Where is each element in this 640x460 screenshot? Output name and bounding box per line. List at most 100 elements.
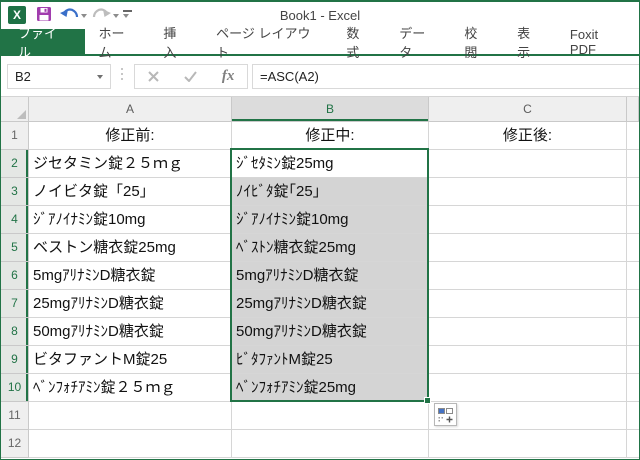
cell-A10[interactable]: ﾍﾞﾝﾌｫﾁｱﾐﾝ錠２５ｍｇ	[29, 374, 232, 402]
table-row: 5ベストン糖衣錠25mgﾍﾞｽﾄﾝ糖衣錠25mg	[1, 234, 639, 262]
window-title: Book1 - Excel	[1, 8, 639, 23]
ribbon-tabs: ファイル ホーム 挿入 ページ レイアウト 数式 データ 校閲 表示 Foxit…	[1, 29, 639, 56]
fill-handle[interactable]	[424, 397, 431, 404]
select-all-button[interactable]	[1, 97, 29, 122]
cancel-icon[interactable]	[148, 71, 159, 82]
tab-foxit-pdf[interactable]: Foxit PDF	[556, 29, 639, 54]
cell-C2[interactable]	[429, 150, 627, 178]
spreadsheet: A B C 1修正前:修正中:修正後:2ジセタミン錠２５ｍｇｼﾞｾﾀﾐﾝ錠25m…	[1, 97, 639, 459]
cell-D9[interactable]	[627, 346, 639, 374]
row-header-10[interactable]: 10	[1, 374, 29, 402]
table-row: 4ｼﾞｱﾉｲﾅﾐﾝ錠10mgｼﾞｱﾉｲﾅﾐﾝ錠10mg	[1, 206, 639, 234]
table-row: 2ジセタミン錠２５ｍｇｼﾞｾﾀﾐﾝ錠25mg	[1, 150, 639, 178]
tab-review[interactable]: 校閲	[450, 29, 503, 54]
column-header-d[interactable]	[627, 97, 639, 122]
tab-file[interactable]: ファイル	[1, 29, 85, 54]
select-all-triangle-icon	[17, 110, 26, 119]
cell-C5[interactable]	[429, 234, 627, 262]
cell-D12[interactable]	[627, 430, 639, 458]
cell-B3[interactable]: ﾉｲﾋﾞﾀ錠｢25｣	[232, 178, 429, 206]
tab-page-layout[interactable]: ページ レイアウト	[202, 29, 332, 54]
row-header-1[interactable]: 1	[1, 122, 29, 150]
cell-C7[interactable]	[429, 290, 627, 318]
cell-D10[interactable]	[627, 374, 639, 402]
insert-function-icon[interactable]: fx	[222, 68, 235, 85]
cell-A6[interactable]: 5mgｱﾘﾅﾐﾝD糖衣錠	[29, 262, 232, 290]
cell-D7[interactable]	[627, 290, 639, 318]
row-header-8[interactable]: 8	[1, 318, 29, 346]
cell-D2[interactable]	[627, 150, 639, 178]
cell-A9[interactable]: ビタファントM錠25	[29, 346, 232, 374]
cell-A3[interactable]: ノイビタ錠「25」	[29, 178, 232, 206]
cell-A1[interactable]: 修正前:	[29, 122, 232, 150]
cell-D1[interactable]	[627, 122, 639, 150]
tab-home[interactable]: ホーム	[85, 29, 150, 54]
row-header-12[interactable]: 12	[1, 430, 29, 458]
cell-A4[interactable]: ｼﾞｱﾉｲﾅﾐﾝ錠10mg	[29, 206, 232, 234]
tab-view[interactable]: 表示	[503, 29, 556, 54]
cell-B5[interactable]: ﾍﾞｽﾄﾝ糖衣錠25mg	[232, 234, 429, 262]
row-header-3[interactable]: 3	[1, 178, 29, 206]
table-row: 725mgｱﾘﾅﾐﾝD糖衣錠25mgｱﾘﾅﾐﾝD糖衣錠	[1, 290, 639, 318]
cell-D5[interactable]	[627, 234, 639, 262]
tab-formulas[interactable]: 数式	[332, 29, 385, 54]
title-bar: X Book1 - Excel	[1, 2, 639, 29]
cell-B2[interactable]: ｼﾞｾﾀﾐﾝ錠25mg	[232, 150, 429, 178]
cell-C9[interactable]	[429, 346, 627, 374]
cell-C1[interactable]: 修正後:	[429, 122, 627, 150]
cell-A5[interactable]: ベストン糖衣錠25mg	[29, 234, 232, 262]
row-header-5[interactable]: 5	[1, 234, 29, 262]
cell-D8[interactable]	[627, 318, 639, 346]
row-header-9[interactable]: 9	[1, 346, 29, 374]
cell-D4[interactable]	[627, 206, 639, 234]
cell-A12[interactable]	[29, 430, 232, 458]
cell-B6[interactable]: 5mgｱﾘﾅﾐﾝD糖衣錠	[232, 262, 429, 290]
cell-B12[interactable]	[232, 430, 429, 458]
cell-C4[interactable]	[429, 206, 627, 234]
grid-body: 1修正前:修正中:修正後:2ジセタミン錠２５ｍｇｼﾞｾﾀﾐﾝ錠25mg3ノイビタ…	[1, 122, 639, 458]
name-box[interactable]: B2	[7, 64, 111, 89]
cell-A11[interactable]	[29, 402, 232, 430]
table-row: 9ビタファントM錠25ﾋﾞﾀﾌｧﾝﾄM錠25	[1, 346, 639, 374]
cell-B1[interactable]: 修正中:	[232, 122, 429, 150]
cell-B11[interactable]	[232, 402, 429, 430]
cell-D6[interactable]	[627, 262, 639, 290]
cell-C10[interactable]	[429, 374, 627, 402]
formula-buttons: fx	[134, 64, 248, 89]
table-row: 12	[1, 430, 639, 458]
cell-B9[interactable]: ﾋﾞﾀﾌｧﾝﾄM錠25	[232, 346, 429, 374]
row-header-6[interactable]: 6	[1, 262, 29, 290]
cell-C11[interactable]	[429, 402, 627, 430]
row-header-4[interactable]: 4	[1, 206, 29, 234]
cell-D3[interactable]	[627, 178, 639, 206]
cell-A2[interactable]: ジセタミン錠２５ｍｇ	[29, 150, 232, 178]
cell-B4[interactable]: ｼﾞｱﾉｲﾅﾐﾝ錠10mg	[232, 206, 429, 234]
excel-window: X Book1 - Excel	[0, 0, 640, 460]
table-row: 65mgｱﾘﾅﾐﾝD糖衣錠5mgｱﾘﾅﾐﾝD糖衣錠	[1, 262, 639, 290]
cell-C6[interactable]	[429, 262, 627, 290]
cell-A8[interactable]: 50mgｱﾘﾅﾐﾝD糖衣錠	[29, 318, 232, 346]
column-header-a[interactable]: A	[29, 97, 232, 122]
cell-C8[interactable]	[429, 318, 627, 346]
table-row: 1修正前:修正中:修正後:	[1, 122, 639, 150]
table-row: 3ノイビタ錠「25」ﾉｲﾋﾞﾀ錠｢25｣	[1, 178, 639, 206]
cell-A7[interactable]: 25mgｱﾘﾅﾐﾝD糖衣錠	[29, 290, 232, 318]
formula-input[interactable]: =ASC(A2)	[252, 64, 639, 89]
tab-insert[interactable]: 挿入	[149, 29, 202, 54]
row-header-11[interactable]: 11	[1, 402, 29, 430]
table-row: 850mgｱﾘﾅﾐﾝD糖衣錠50mgｱﾘﾅﾐﾝD糖衣錠	[1, 318, 639, 346]
column-header-b[interactable]: B	[232, 97, 429, 122]
name-box-dropdown-icon[interactable]	[97, 75, 103, 79]
autofill-options-button[interactable]	[434, 403, 457, 426]
cell-B10[interactable]: ﾍﾞﾝﾌｫﾁｱﾐﾝ錠25mg	[232, 374, 429, 402]
enter-icon[interactable]	[184, 71, 197, 82]
cell-B7[interactable]: 25mgｱﾘﾅﾐﾝD糖衣錠	[232, 290, 429, 318]
cell-C3[interactable]	[429, 178, 627, 206]
row-header-2[interactable]: 2	[1, 150, 29, 178]
column-header-c[interactable]: C	[429, 97, 627, 122]
row-header-7[interactable]: 7	[1, 290, 29, 318]
cell-D11[interactable]	[627, 402, 639, 430]
cell-C12[interactable]	[429, 430, 627, 458]
cell-B8[interactable]: 50mgｱﾘﾅﾐﾝD糖衣錠	[232, 318, 429, 346]
tab-data[interactable]: データ	[385, 29, 450, 54]
